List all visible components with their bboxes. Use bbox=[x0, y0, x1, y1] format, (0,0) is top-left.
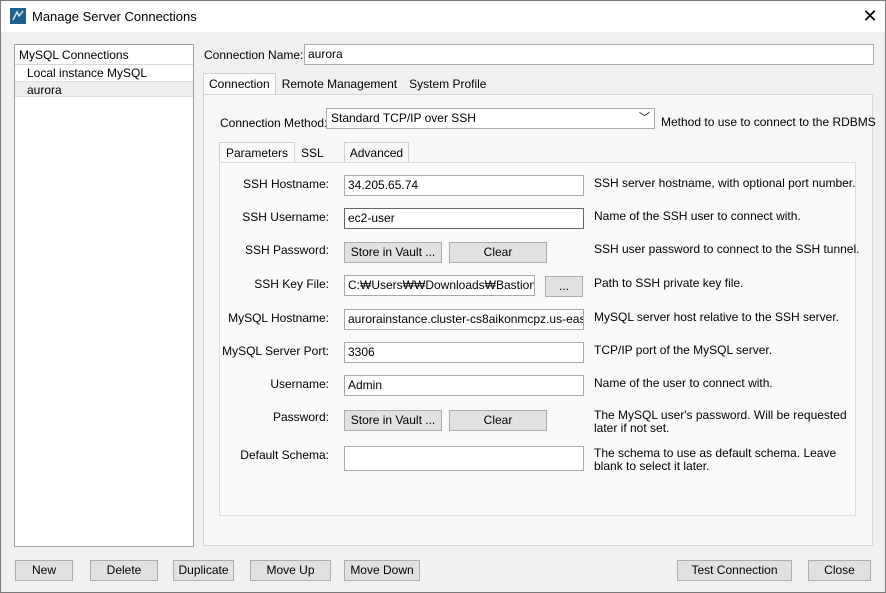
mysql-hostname-desc: MySQL server host relative to the SSH se… bbox=[594, 310, 839, 324]
connection-method-value: Standard TCP/IP over SSH bbox=[331, 111, 476, 125]
ssh-hostname-label: SSH Hostname: bbox=[242, 177, 329, 191]
mysql-port-input[interactable]: 3306 bbox=[344, 342, 584, 363]
delete-button[interactable]: Delete bbox=[90, 560, 158, 581]
default-schema-label: Default Schema: bbox=[240, 448, 329, 462]
connection-method-select[interactable]: Standard TCP/IP over SSH ﹀ bbox=[326, 108, 655, 129]
main-tabs: Connection Remote Management System Prof… bbox=[203, 73, 492, 94]
mysql-workbench-icon bbox=[10, 8, 26, 24]
new-button[interactable]: New bbox=[15, 560, 73, 581]
ssh-hostname-input[interactable]: 34.205.65.74 bbox=[344, 175, 584, 196]
move-down-button[interactable]: Move Down bbox=[344, 560, 420, 581]
tab-system-profile[interactable]: System Profile bbox=[403, 73, 492, 94]
move-up-button[interactable]: Move Up bbox=[250, 560, 331, 581]
title-bar: Manage Server Connections ✕ bbox=[1, 1, 885, 32]
close-button[interactable]: Close bbox=[808, 560, 871, 581]
connection-method-desc: Method to use to connect to the RDBMS bbox=[661, 115, 876, 129]
default-schema-input[interactable] bbox=[344, 446, 584, 471]
mysql-hostname-label: MySQL Hostname: bbox=[228, 311, 329, 325]
ssh-clear-button[interactable]: Clear bbox=[449, 242, 547, 263]
test-connection-button[interactable]: Test Connection bbox=[677, 560, 792, 581]
tab-advanced[interactable]: Advanced bbox=[343, 142, 410, 163]
tab-connection[interactable]: Connection bbox=[203, 73, 276, 94]
connection-name-input[interactable]: aurora bbox=[304, 44, 874, 65]
ssh-password-label: SSH Password: bbox=[244, 243, 329, 257]
ssh-hostname-desc: SSH server hostname, with optional port … bbox=[594, 176, 856, 190]
tab-remote-management[interactable]: Remote Management bbox=[276, 73, 403, 94]
connection-method-label: Connection Method: bbox=[220, 116, 328, 130]
mysql-port-desc: TCP/IP port of the MySQL server. bbox=[594, 343, 773, 357]
window-close-icon[interactable]: ✕ bbox=[855, 1, 885, 32]
store-in-vault-button[interactable]: Store in Vault ... bbox=[344, 410, 442, 431]
username-desc: Name of the user to connect with. bbox=[594, 376, 773, 390]
ssh-store-in-vault-button[interactable]: Store in Vault ... bbox=[344, 242, 442, 263]
ssh-username-input[interactable]: ec2-user bbox=[344, 208, 584, 229]
username-label: Username: bbox=[270, 377, 329, 391]
tab-ssl[interactable]: SSL bbox=[295, 142, 330, 163]
clear-password-button[interactable]: Clear bbox=[449, 410, 547, 431]
ssh-key-file-desc: Path to SSH private key file. bbox=[594, 276, 744, 290]
connection-name-label: Connection Name: bbox=[204, 48, 304, 62]
mysql-port-label: MySQL Server Port: bbox=[222, 344, 329, 358]
ssh-username-desc: Name of the SSH user to connect with. bbox=[594, 209, 801, 223]
connection-item-aurora[interactable]: aurora bbox=[15, 81, 193, 97]
window-title: Manage Server Connections bbox=[32, 9, 197, 24]
mysql-hostname-input[interactable]: aurorainstance.cluster-cs8aikonmcpz.us-e… bbox=[344, 309, 584, 330]
ssh-password-desc: SSH user password to connect to the SSH … bbox=[594, 242, 860, 256]
duplicate-button[interactable]: Duplicate bbox=[173, 560, 234, 581]
connection-item-local[interactable]: Local instance MySQL bbox=[15, 65, 193, 81]
browse-key-file-button[interactable]: ... bbox=[545, 276, 583, 297]
parameter-tabs: Parameters SSL Advanced bbox=[219, 142, 410, 163]
chevron-down-icon: ﹀ bbox=[639, 112, 650, 124]
tab-parameters[interactable]: Parameters bbox=[219, 142, 296, 163]
manage-connections-window: Manage Server Connections ✕ MySQL Connec… bbox=[0, 0, 886, 593]
default-schema-desc-line2: blank to select it later. bbox=[594, 459, 710, 473]
ssh-key-file-input[interactable]: C:₩Users₩₩Downloads₩Bastion (1 bbox=[344, 275, 535, 296]
password-label: Password: bbox=[272, 410, 329, 424]
connections-list: MySQL Connections Local instance MySQL a… bbox=[14, 44, 194, 547]
connections-list-header: MySQL Connections bbox=[15, 45, 193, 65]
username-input[interactable]: Admin bbox=[344, 375, 584, 396]
ssh-username-label: SSH Username: bbox=[242, 210, 329, 224]
ssh-key-file-label: SSH Key File: bbox=[254, 277, 329, 291]
password-desc-line2: later if not set. bbox=[594, 421, 670, 435]
